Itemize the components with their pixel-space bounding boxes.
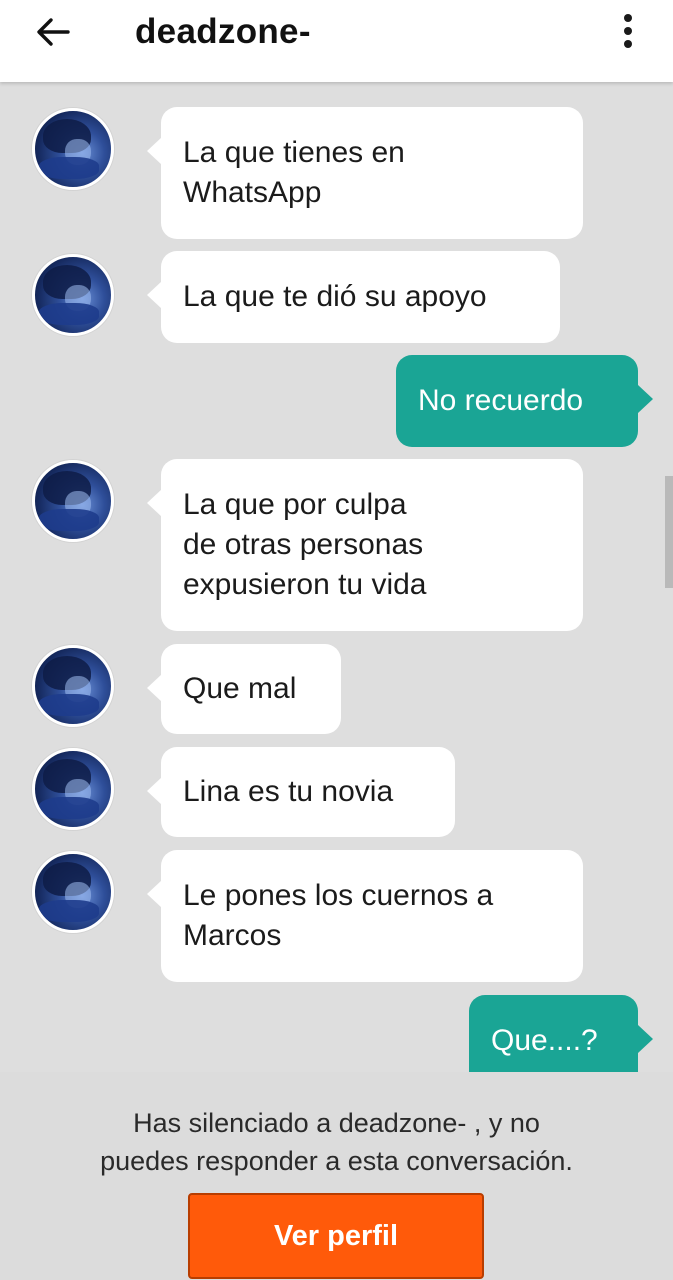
muted-footer: Has silenciado a deadzone- , y no puedes… [0,1072,673,1280]
message-bubble-outgoing[interactable]: No recuerdo [396,355,653,447]
avatar[interactable] [32,645,114,727]
message-bubble-incoming[interactable]: La que te dió su apoyo [147,251,560,343]
message-bubble-incoming[interactable]: Que mal [147,644,341,734]
avatar[interactable] [32,108,114,190]
message-bubble-incoming[interactable]: La que por culpa de otras personas expus… [147,459,583,631]
message-bubble-incoming[interactable]: Lina es tu novia [147,747,455,837]
message-bubble-incoming[interactable]: La que tienes en WhatsApp [147,107,583,239]
chat-title[interactable]: deadzone- [135,12,311,52]
message-bubble-incoming[interactable]: Le pones los cuernos a Marcos [147,850,583,982]
avatar[interactable] [32,748,114,830]
avatar[interactable] [32,254,114,336]
avatar[interactable] [32,851,114,933]
more-options-button[interactable] [608,8,648,54]
arrow-left-icon [37,18,70,46]
message-list[interactable]: La que tienes en WhatsApp La que te dió … [0,82,673,1072]
chat-header: deadzone- [0,0,673,82]
more-vertical-icon [624,14,632,22]
view-profile-button[interactable]: Ver perfil [188,1193,484,1279]
avatar[interactable] [32,460,114,542]
scrollbar-thumb[interactable] [665,476,673,588]
back-button[interactable] [28,10,78,54]
muted-notice: Has silenciado a deadzone- , y no puedes… [100,1108,573,1176]
message-bubble-outgoing[interactable]: Que....? [469,995,653,1072]
